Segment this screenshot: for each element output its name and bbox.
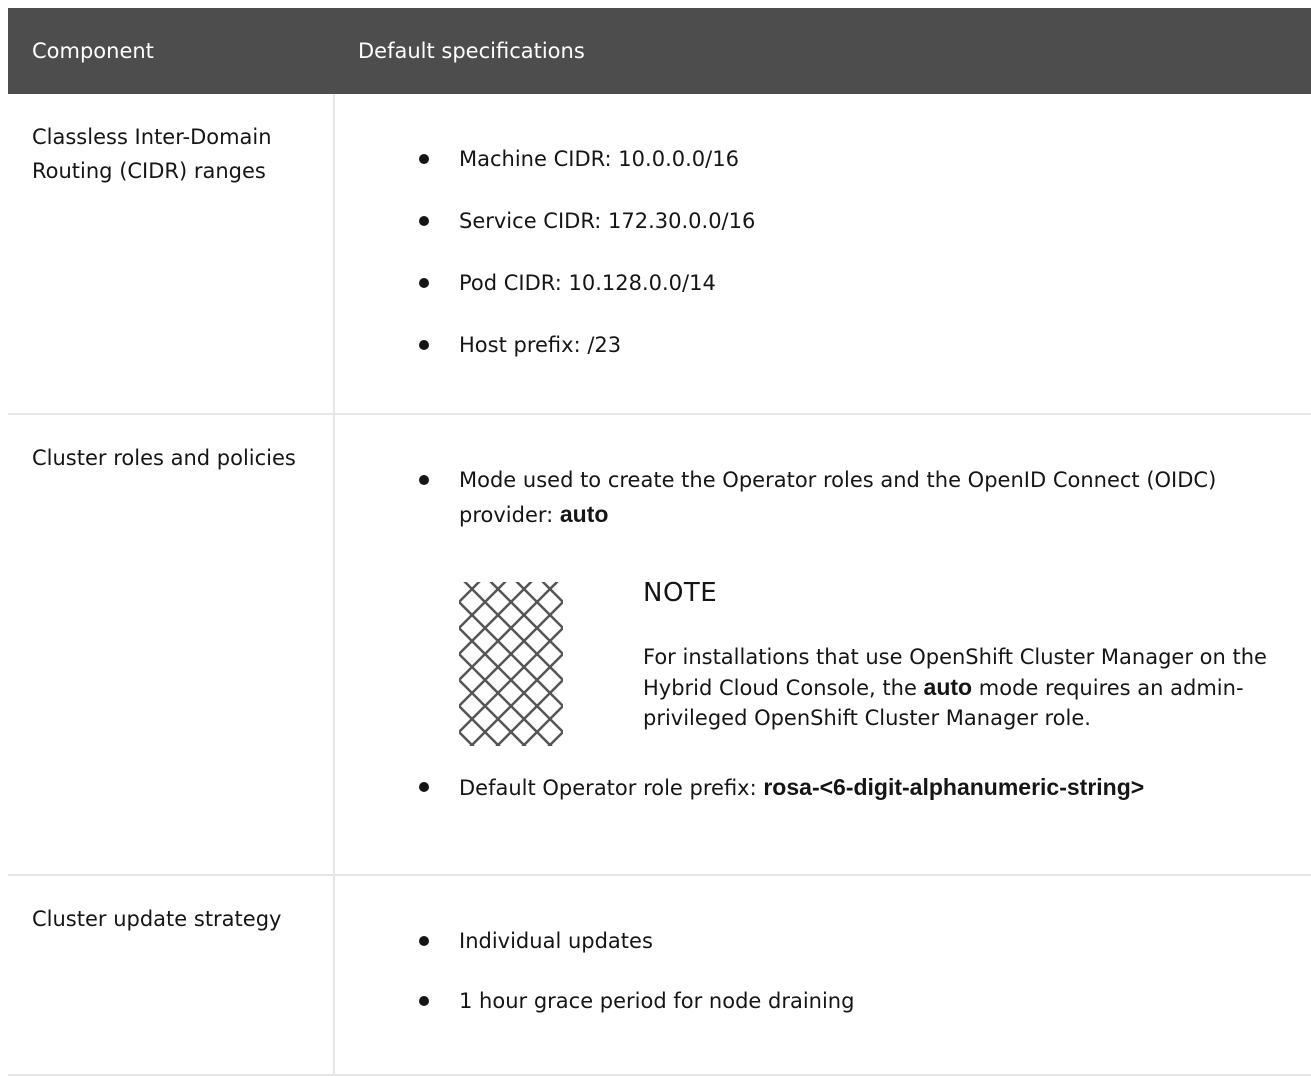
table-row: Classless Inter-Domain Routing (CIDR) ra… [8, 94, 1311, 415]
table-row: Cluster roles and policies Mode used to … [8, 414, 1311, 876]
bullet-icon [419, 216, 429, 226]
mode-value: auto [559, 501, 609, 527]
list-item-text: Host prefix: /23 [459, 333, 622, 357]
specification-cell: Individual updates 1 hour grace period f… [334, 875, 1311, 1076]
list-item: Host prefix: /23 [419, 328, 1311, 362]
list-item: 1 hour grace period for node draining [419, 984, 1311, 1018]
note-title: NOTE [643, 578, 718, 608]
bullet-icon [419, 475, 429, 485]
header-default-specifications: Default specifications [334, 8, 1311, 94]
component-cell: Cluster update strategy [8, 875, 335, 1076]
list-item-text: Individual updates [459, 929, 653, 953]
bullet-icon [419, 278, 429, 288]
bullet-icon [419, 996, 429, 1006]
note-admonition: NOTE For installations that use OpenShif… [459, 572, 1311, 746]
list-item: Machine CIDR: 10.0.0.0/16 [419, 142, 1311, 176]
note-mode-value: auto [923, 674, 973, 700]
default-specifications-table: Component Default specifications Classle… [8, 8, 1311, 1076]
component-cell: Classless Inter-Domain Routing (CIDR) ra… [8, 94, 335, 415]
list-item: Pod CIDR: 10.128.0.0/14 [419, 266, 1311, 300]
specification-list: Machine CIDR: 10.0.0.0/16 Service CIDR: … [335, 94, 1311, 362]
specification-cell: Machine CIDR: 10.0.0.0/16 Service CIDR: … [334, 94, 1311, 415]
list-item-text: 1 hour grace period for node draining [459, 989, 855, 1013]
list-item-text: Default Operator role prefix: [459, 776, 764, 800]
bullet-icon [419, 782, 429, 792]
role-prefix-value: rosa-<6-digit-alphanumeric-string> [763, 774, 1145, 800]
note-body: For installations that use OpenShift Clu… [643, 642, 1303, 733]
list-item-text: Service CIDR: 172.30.0.0/16 [459, 209, 756, 233]
list-item: Individual updates [419, 924, 1311, 958]
note-icon [459, 582, 563, 746]
specification-list: Individual updates 1 hour grace period f… [335, 876, 1311, 1018]
list-item: Default Operator role prefix: rosa-<6-di… [419, 770, 1311, 805]
specification-cell: Mode used to create the Operator roles a… [334, 414, 1311, 876]
table-row: Cluster update strategy Individual updat… [8, 875, 1311, 1076]
component-cell: Cluster roles and policies [8, 414, 335, 876]
list-item-text: Machine CIDR: 10.0.0.0/16 [459, 147, 739, 171]
header-component: Component [8, 8, 334, 94]
list-item: Mode used to create the Operator roles a… [419, 463, 1311, 746]
bullet-icon [419, 340, 429, 350]
list-item-text: Pod CIDR: 10.128.0.0/14 [459, 271, 716, 295]
table-header-row: Component Default specifications [8, 8, 1311, 94]
bullet-icon [419, 936, 429, 946]
bullet-icon [419, 154, 429, 164]
specification-list: Mode used to create the Operator roles a… [335, 415, 1311, 805]
list-item: Service CIDR: 172.30.0.0/16 [419, 204, 1311, 238]
